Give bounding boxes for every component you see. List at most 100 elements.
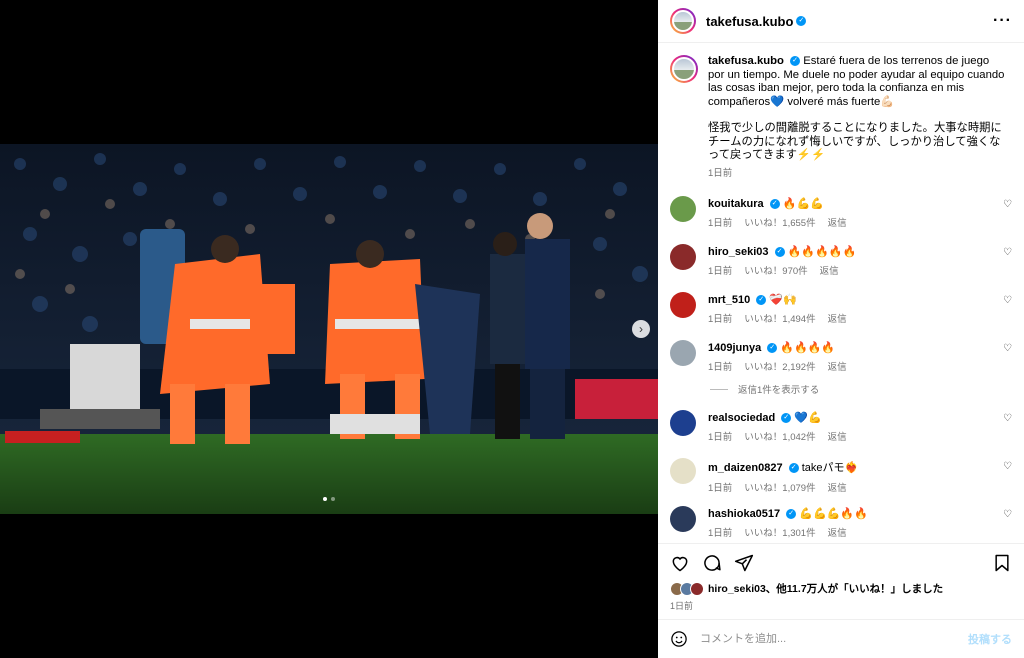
comment-time: 1日前 (708, 432, 733, 443)
next-photo-button[interactable]: › (632, 320, 650, 338)
verified-badge-icon: ✓ (796, 16, 807, 26)
comment-heart-icon[interactable]: ♡ (1003, 509, 1012, 520)
chevron-right-icon: › (639, 322, 643, 336)
caption-username[interactable]: takefusa.kubo (708, 55, 784, 67)
comment-likes[interactable]: いいね！1,079件 (744, 483, 815, 494)
comment-text: 🔥💪💪 (782, 198, 824, 210)
share-icon[interactable] (734, 553, 754, 573)
comment-text: 💙💪 (794, 412, 822, 424)
comment-username[interactable]: 1409junya (708, 342, 761, 354)
replies-divider (710, 388, 728, 390)
likes-user[interactable]: hiro_seki03 (708, 583, 766, 595)
comment-icon[interactable] (702, 553, 722, 573)
comment-heart-icon[interactable]: ♡ (1003, 413, 1012, 424)
comment-avatar[interactable] (670, 410, 696, 436)
comment-text: takeパモ❤️‍🔥 (801, 462, 859, 474)
comment-likes[interactable]: いいね！1,301件 (744, 528, 815, 539)
emoji-icon[interactable] (670, 630, 688, 648)
comments-list: kouitakura ✓ 🔥💪💪 1日前 いいね！1,655件 返信 ♡ hiro_sek… (670, 186, 1012, 543)
post-panel: takefusa.kubo ✓ ··· takefusa.kubo ✓ Esta… (658, 0, 1024, 658)
media-area: › (0, 0, 658, 658)
reply-button[interactable]: 返信 (828, 362, 847, 373)
comment-time: 1日前 (708, 362, 733, 373)
bookmark-icon[interactable] (992, 553, 1012, 573)
comment-username[interactable]: hashioka0517 (708, 508, 780, 520)
action-bar (658, 543, 1024, 581)
post-caption: takefusa.kubo ✓ Estaré fuera de los terr… (670, 43, 1012, 180)
comment-likes[interactable]: いいね！970件 (744, 266, 807, 277)
carousel-dot-active (323, 497, 327, 501)
verified-badge-icon: ✓ (781, 413, 792, 424)
comment-avatar[interactable] (670, 340, 696, 366)
comment-likes[interactable]: いいね！1,494件 (744, 314, 815, 325)
comment-time: 1日前 (708, 483, 733, 494)
caption-time: 1日前 (708, 167, 733, 179)
comment-avatar[interactable] (670, 292, 696, 318)
comment-heart-icon[interactable]: ♡ (1003, 461, 1012, 472)
author-username[interactable]: takefusa.kubo (706, 14, 793, 29)
comment-username[interactable]: mrt_510 (708, 294, 750, 306)
comment-time: 1日前 (708, 528, 733, 539)
likes-text[interactable]: 、他11.7万人が「いいね！」しました (766, 581, 943, 596)
show-replies-label[interactable]: 返信1件を表示する (738, 382, 819, 396)
comment-heart-icon[interactable]: ♡ (1003, 199, 1012, 210)
comment-text: 💪💪💪🔥🔥 (799, 508, 868, 520)
caption-avatar[interactable] (670, 55, 698, 83)
reply-button[interactable]: 返信 (828, 314, 847, 325)
verified-badge-icon: ✓ (756, 295, 767, 306)
more-options-icon[interactable]: ··· (993, 12, 1012, 30)
post-header: takefusa.kubo ✓ ··· (658, 0, 1024, 43)
comment-row: m_daizen0827 ✓ takeパモ❤️‍🔥 1日前 いいね！1,079件 返信… (670, 448, 1012, 496)
comment-heart-icon[interactable]: ♡ (1003, 247, 1012, 258)
reply-button[interactable]: 返信 (820, 266, 839, 277)
comment-text: ❤️‍🩹🙌 (769, 294, 797, 306)
comment-avatar[interactable] (670, 506, 696, 532)
verified-badge-icon: ✓ (790, 56, 801, 67)
verified-badge-icon: ✓ (769, 199, 780, 210)
comment-username[interactable]: kouitakura (708, 198, 764, 210)
comment-row: hiro_seki03 ✓ 🔥🔥🔥🔥🔥 1日前 いいね！970件 返信 ♡ (670, 234, 1012, 282)
comment-time: 1日前 (708, 266, 733, 277)
caption-text-jp: 怪我で少しの間離脱することになりました。大事な時期にチームの力になれず悔しいです… (708, 122, 1002, 161)
comment-username[interactable]: hiro_seki03 (708, 246, 769, 258)
verified-badge-icon: ✓ (767, 343, 778, 354)
comment-avatar[interactable] (670, 244, 696, 270)
comment-heart-icon[interactable]: ♡ (1003, 343, 1012, 354)
verified-badge-icon: ✓ (786, 509, 797, 520)
comments-feed[interactable]: takefusa.kubo ✓ Estaré fuera de los terr… (658, 43, 1024, 543)
carousel-dot (331, 497, 335, 501)
comment-username[interactable]: m_daizen0827 (708, 462, 783, 474)
reply-button[interactable]: 返信 (828, 528, 847, 539)
carousel-dots (0, 497, 658, 501)
reply-button[interactable]: 返信 (828, 218, 847, 229)
comment-time: 1日前 (708, 218, 733, 229)
show-replies-button[interactable]: 返信1件を表示する (710, 378, 1012, 400)
author-avatar[interactable] (670, 8, 696, 34)
reply-button[interactable]: 返信 (828, 432, 847, 443)
comment-username[interactable]: realsociedad (708, 412, 775, 424)
post-view: › takefusa.kubo ✓ ··· takefusa.kubo ✓ Es… (0, 0, 1024, 658)
comment-avatar[interactable] (670, 196, 696, 222)
heart-icon[interactable] (670, 553, 690, 573)
reply-button[interactable]: 返信 (828, 483, 847, 494)
comment-likes[interactable]: いいね！2,192件 (744, 362, 815, 373)
post-photo[interactable] (0, 144, 658, 514)
post-time: 1日前 (670, 601, 694, 611)
comment-likes[interactable]: いいね！1,042件 (744, 432, 815, 443)
comment-text: 🔥🔥🔥🔥 (780, 342, 836, 354)
verified-badge-icon: ✓ (788, 463, 799, 474)
comment-row: mrt_510 ✓ ❤️‍🩹🙌 1日前 いいね！1,494件 返信 ♡ (670, 282, 1012, 330)
comment-row: 1409junya ✓ 🔥🔥🔥🔥 1日前 いいね！2,192件 返信 ♡ (670, 330, 1012, 378)
comment-time: 1日前 (708, 314, 733, 325)
post-comment-button[interactable]: 投稿する (968, 631, 1012, 647)
comment-avatar[interactable] (670, 458, 696, 484)
verified-badge-icon: ✓ (774, 247, 785, 258)
comment-likes[interactable]: いいね！1,655件 (744, 218, 815, 229)
comment-composer: 投稿する (658, 619, 1024, 658)
liker-avatars (670, 581, 704, 596)
comment-row: kouitakura ✓ 🔥💪💪 1日前 いいね！1,655件 返信 ♡ (670, 186, 1012, 234)
comment-input[interactable] (698, 632, 968, 646)
comment-heart-icon[interactable]: ♡ (1003, 295, 1012, 306)
comment-row: hashioka0517 ✓ 💪💪💪🔥🔥 1日前 いいね！1,301件 返信 ♡ (670, 496, 1012, 543)
likes-summary: hiro_seki03 、他11.7万人が「いいね！」しました (670, 581, 1012, 596)
